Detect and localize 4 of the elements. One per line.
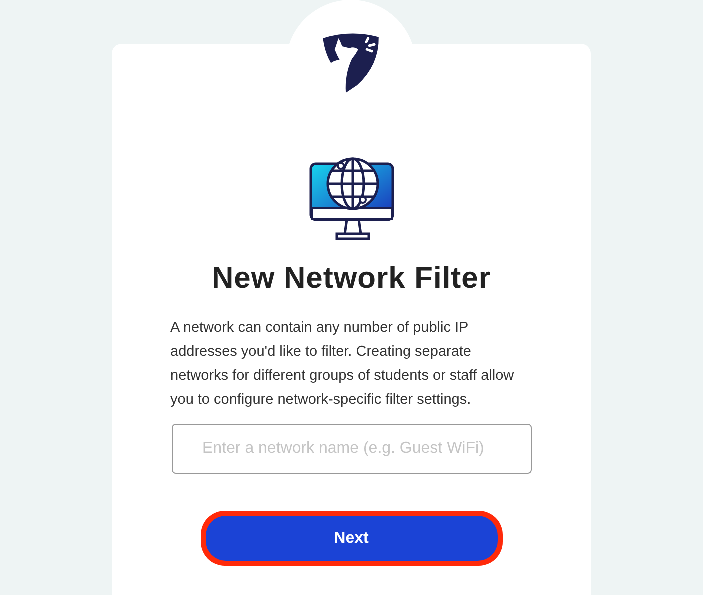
description-text: A network can contain any number of public IP addresses you'd like to filter. Creating separate networks for different groups of students or staff allow you to configure network-specific filter settings. xyxy=(170,319,516,410)
next-button[interactable]: Next xyxy=(206,516,498,561)
network-name-field[interactable]: Enter a network name (e.g. Guest WiFi) xyxy=(172,424,532,474)
dialog-title: New Network Filter xyxy=(212,262,492,296)
